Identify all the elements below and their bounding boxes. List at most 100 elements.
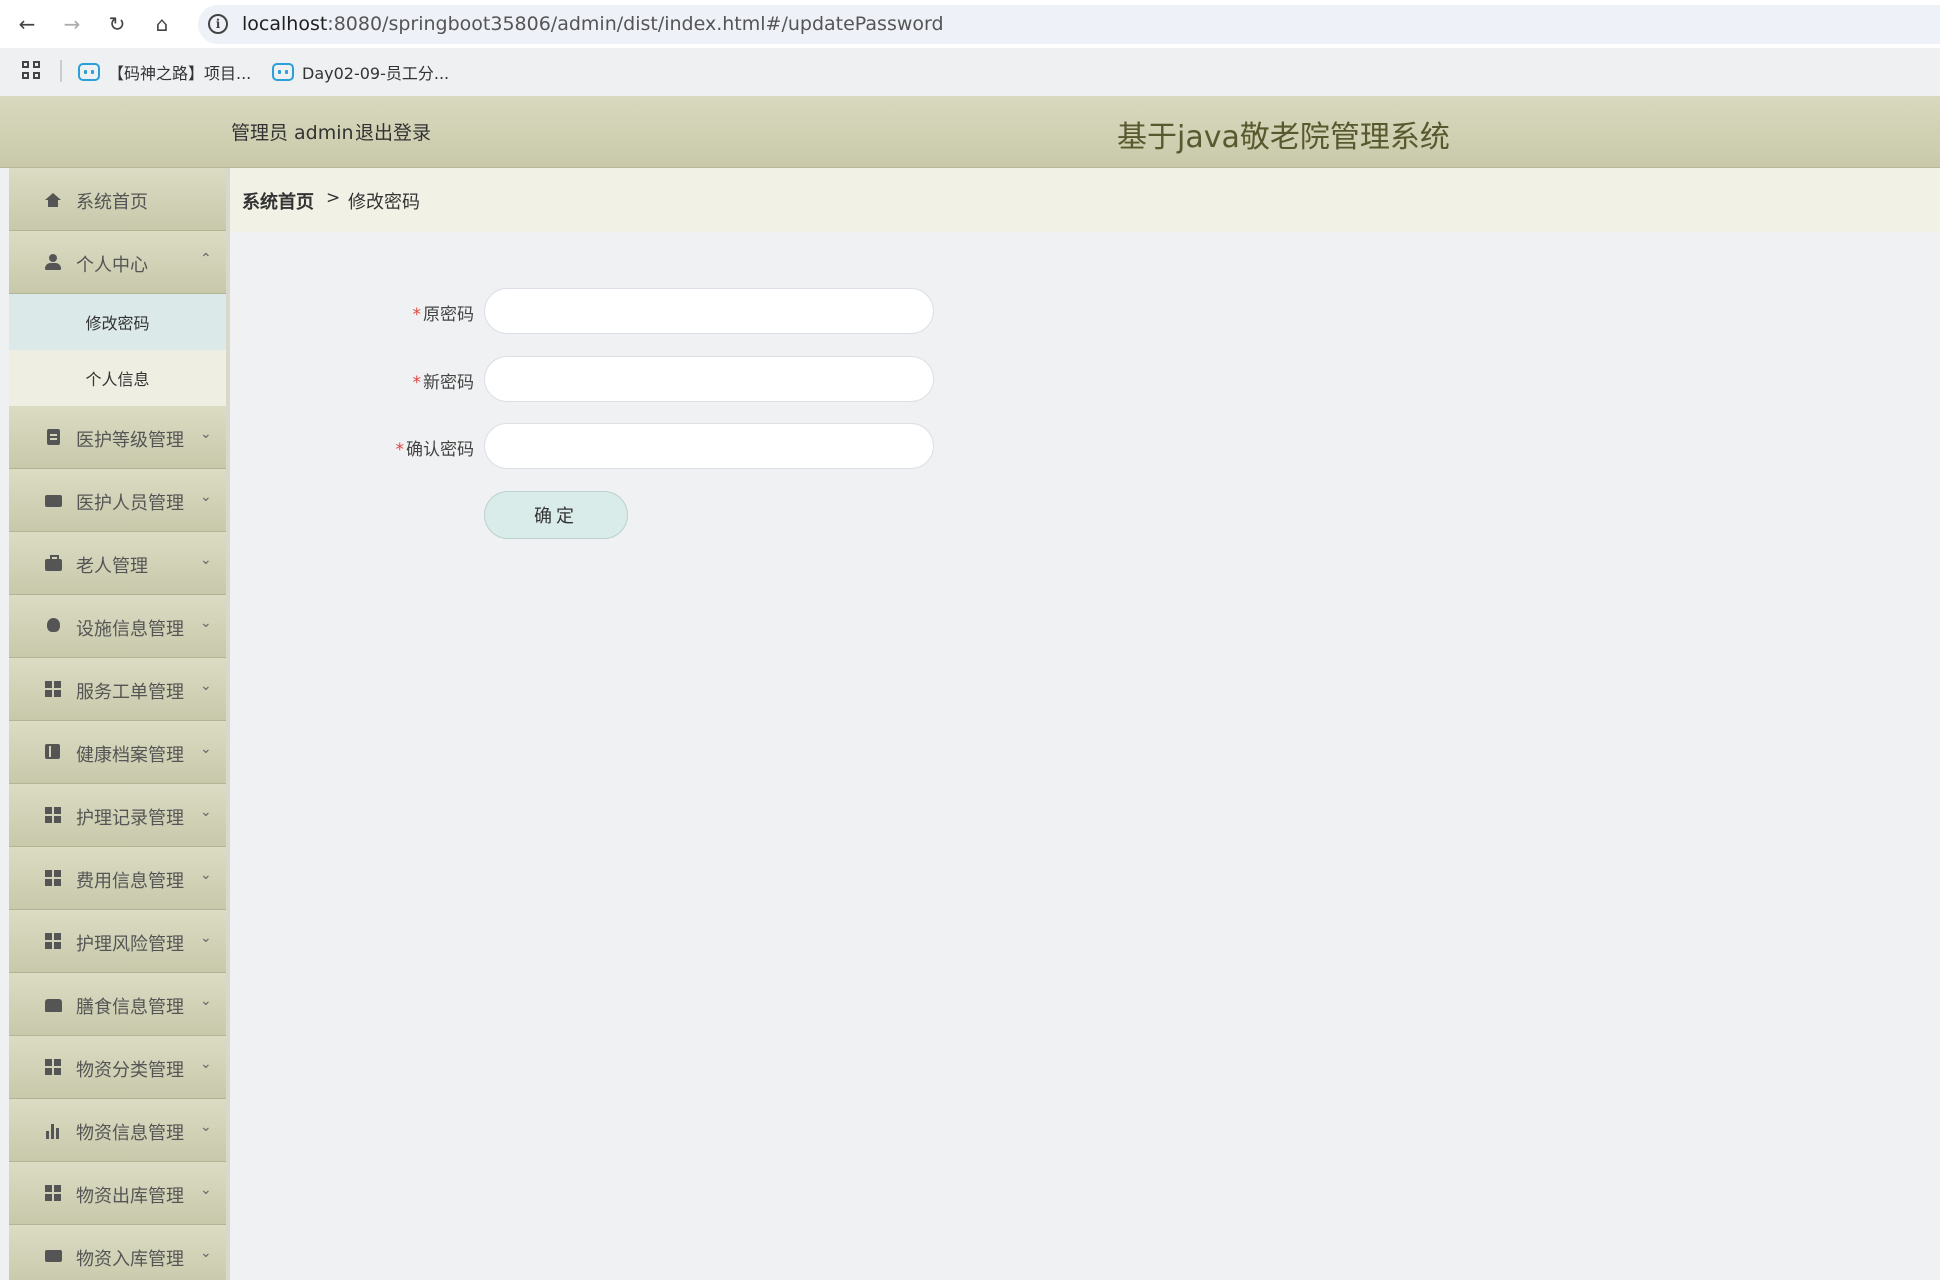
sidebar-item-label: 医护人员管理 [76, 493, 184, 514]
sidebar-item-health-records[interactable]: 健康档案管理 ⌄ [9, 721, 226, 784]
chevron-down-icon: ⌄ [200, 426, 212, 442]
sidebar-item-supply-info[interactable]: 物资信息管理 ⌄ [9, 1099, 226, 1162]
sidebar-item-label: 服务工单管理 [76, 682, 184, 703]
chevron-down-icon: ⌄ [200, 867, 212, 883]
confirm-password-label: * 确认密码 [396, 435, 475, 460]
required-mark: * [395, 440, 405, 460]
chevron-down-icon: ⌄ [200, 678, 212, 694]
book-icon [45, 744, 60, 759]
logout-link[interactable]: 退出登录 [355, 118, 431, 145]
home-icon[interactable]: ⌂ [147, 9, 177, 39]
sidebar-item-label: 个人中心 [76, 255, 148, 276]
confirm-password-label-text: 确认密码 [406, 440, 474, 460]
url-path: :8080/springboot35806/admin/dist/index.h… [327, 13, 944, 35]
bookmark-label: Day02-09-员工分... [302, 64, 450, 83]
grid-icon [45, 933, 62, 950]
new-password-label: * 新密码 [413, 368, 475, 393]
chevron-down-icon: ⌄ [200, 1056, 212, 1072]
chevron-down-icon: ⌄ [200, 993, 212, 1009]
sidebar-item-care-level[interactable]: 医护等级管理 ⌄ [9, 406, 226, 469]
home-icon [45, 193, 61, 207]
sidebar-item-label: 费用信息管理 [76, 871, 184, 892]
chat-icon [45, 1250, 62, 1262]
apps-grid-icon[interactable] [22, 61, 42, 81]
bulb-icon [47, 618, 60, 632]
sidebar-item-label: 物资出库管理 [76, 1186, 184, 1207]
bookmark-item[interactable]: Day02-09-员工分... [272, 60, 449, 84]
grid-icon [45, 870, 62, 887]
sidebar-subitem-personal-info[interactable]: 个人信息 [9, 350, 226, 406]
bilibili-icon [78, 63, 100, 81]
sidebar-subitem-label: 个人信息 [85, 370, 150, 389]
breadcrumb-home[interactable]: 系统首页 [242, 188, 314, 214]
sidebar-item-label: 系统首页 [76, 192, 148, 213]
new-password-label-text: 新密码 [423, 373, 474, 393]
sidebar-item-staff[interactable]: 医护人员管理 ⌄ [9, 469, 226, 532]
sidebar-item-nursing-risk[interactable]: 护理风险管理 ⌄ [9, 910, 226, 973]
sidebar-item-supply-inbound[interactable]: 物资入库管理 ⌄ [9, 1225, 226, 1280]
chevron-up-icon: ⌃ [200, 251, 212, 267]
bookmark-label: 【码神之路】项目... [108, 64, 252, 83]
reload-icon[interactable]: ↻ [102, 9, 132, 39]
chevron-down-icon: ⌄ [200, 1119, 212, 1135]
sidebar: 系统首页 个人中心 ⌃ 修改密码 个人信息 医护等级管理 ⌄ 医护人员管理 ⌄ … [9, 168, 226, 1280]
sidebar-item-nursing-records[interactable]: 护理记录管理 ⌄ [9, 784, 226, 847]
bilibili-icon [272, 63, 294, 81]
grid-icon [45, 1185, 62, 1202]
chevron-down-icon: ⌄ [200, 1245, 212, 1261]
back-icon[interactable]: ← [12, 9, 42, 39]
sidebar-item-label: 医护等级管理 [76, 430, 184, 451]
sidebar-item-label: 老人管理 [76, 556, 148, 577]
grid-icon [45, 1059, 62, 1076]
new-password-row: * 新密码 [230, 356, 475, 402]
new-password-input[interactable] [484, 356, 934, 402]
url-host: localhost [242, 13, 328, 35]
old-password-input[interactable] [484, 288, 934, 334]
wallet-icon [45, 495, 62, 507]
main-content: * 原密码 * 新密码 * 确认密码 [230, 232, 1940, 1280]
sidebar-item-label: 设施信息管理 [76, 619, 184, 640]
sidebar-item-label: 膳食信息管理 [76, 997, 184, 1018]
required-mark: * [412, 305, 422, 325]
confirm-password-input[interactable] [484, 423, 934, 469]
app-header: 管理员 admin 退出登录 基于java敬老院管理系统 [0, 96, 1940, 168]
chevron-down-icon: ⌄ [200, 489, 212, 505]
chevron-down-icon: ⌄ [200, 1182, 212, 1198]
sidebar-item-label: 护理记录管理 [76, 808, 184, 829]
chevron-down-icon: ⌄ [200, 804, 212, 820]
grid-icon [45, 681, 62, 698]
url-text[interactable]: localhost:8080/springboot35806/admin/dis… [242, 13, 944, 35]
forward-icon[interactable]: → [57, 9, 87, 39]
user-icon [45, 254, 62, 271]
bookmark-item[interactable]: 【码神之路】项目... [78, 60, 251, 84]
cart-icon [45, 999, 62, 1012]
sidebar-item-facility[interactable]: 设施信息管理 ⌄ [9, 595, 226, 658]
sidebar-item-fees[interactable]: 费用信息管理 ⌄ [9, 847, 226, 910]
breadcrumb: 系统首页 > 修改密码 [230, 168, 1940, 232]
sidebar-item-label: 护理风险管理 [76, 934, 184, 955]
sidebar-item-label: 物资入库管理 [76, 1249, 184, 1270]
sidebar-item-supply-outbound[interactable]: 物资出库管理 ⌄ [9, 1162, 226, 1225]
sidebar-subitem-change-password[interactable]: 修改密码 [9, 294, 226, 350]
app-title: 基于java敬老院管理系统 [1117, 120, 1450, 155]
breadcrumb-separator: > [326, 188, 341, 208]
user-info: 管理员 admin [231, 122, 354, 144]
browser-toolbar: ← → ↻ ⌂ i localhost:8080/springboot35806… [0, 0, 1940, 48]
site-info-icon[interactable]: i [208, 14, 228, 34]
confirm-password-row: * 确认密码 [230, 423, 475, 469]
grid-icon [45, 807, 62, 824]
sidebar-item-home[interactable]: 系统首页 [9, 168, 226, 231]
sidebar-item-supply-category[interactable]: 物资分类管理 ⌄ [9, 1036, 226, 1099]
submit-button[interactable]: 确定 [484, 491, 628, 539]
sidebar-item-label: 物资分类管理 [76, 1060, 184, 1081]
sidebar-item-elderly[interactable]: 老人管理 ⌄ [9, 532, 226, 595]
sidebar-item-personal-center[interactable]: 个人中心 ⌃ [9, 231, 226, 294]
old-password-row: * 原密码 [230, 288, 475, 334]
breadcrumb-current: 修改密码 [348, 192, 420, 213]
sidebar-item-meals[interactable]: 膳食信息管理 ⌄ [9, 973, 226, 1036]
required-mark: * [412, 373, 422, 393]
sidebar-subitem-label: 修改密码 [85, 314, 150, 333]
address-bar[interactable]: i localhost:8080/springboot35806/admin/d… [198, 5, 1940, 44]
old-password-label: * 原密码 [413, 300, 475, 325]
sidebar-item-work-order[interactable]: 服务工单管理 ⌄ [9, 658, 226, 721]
